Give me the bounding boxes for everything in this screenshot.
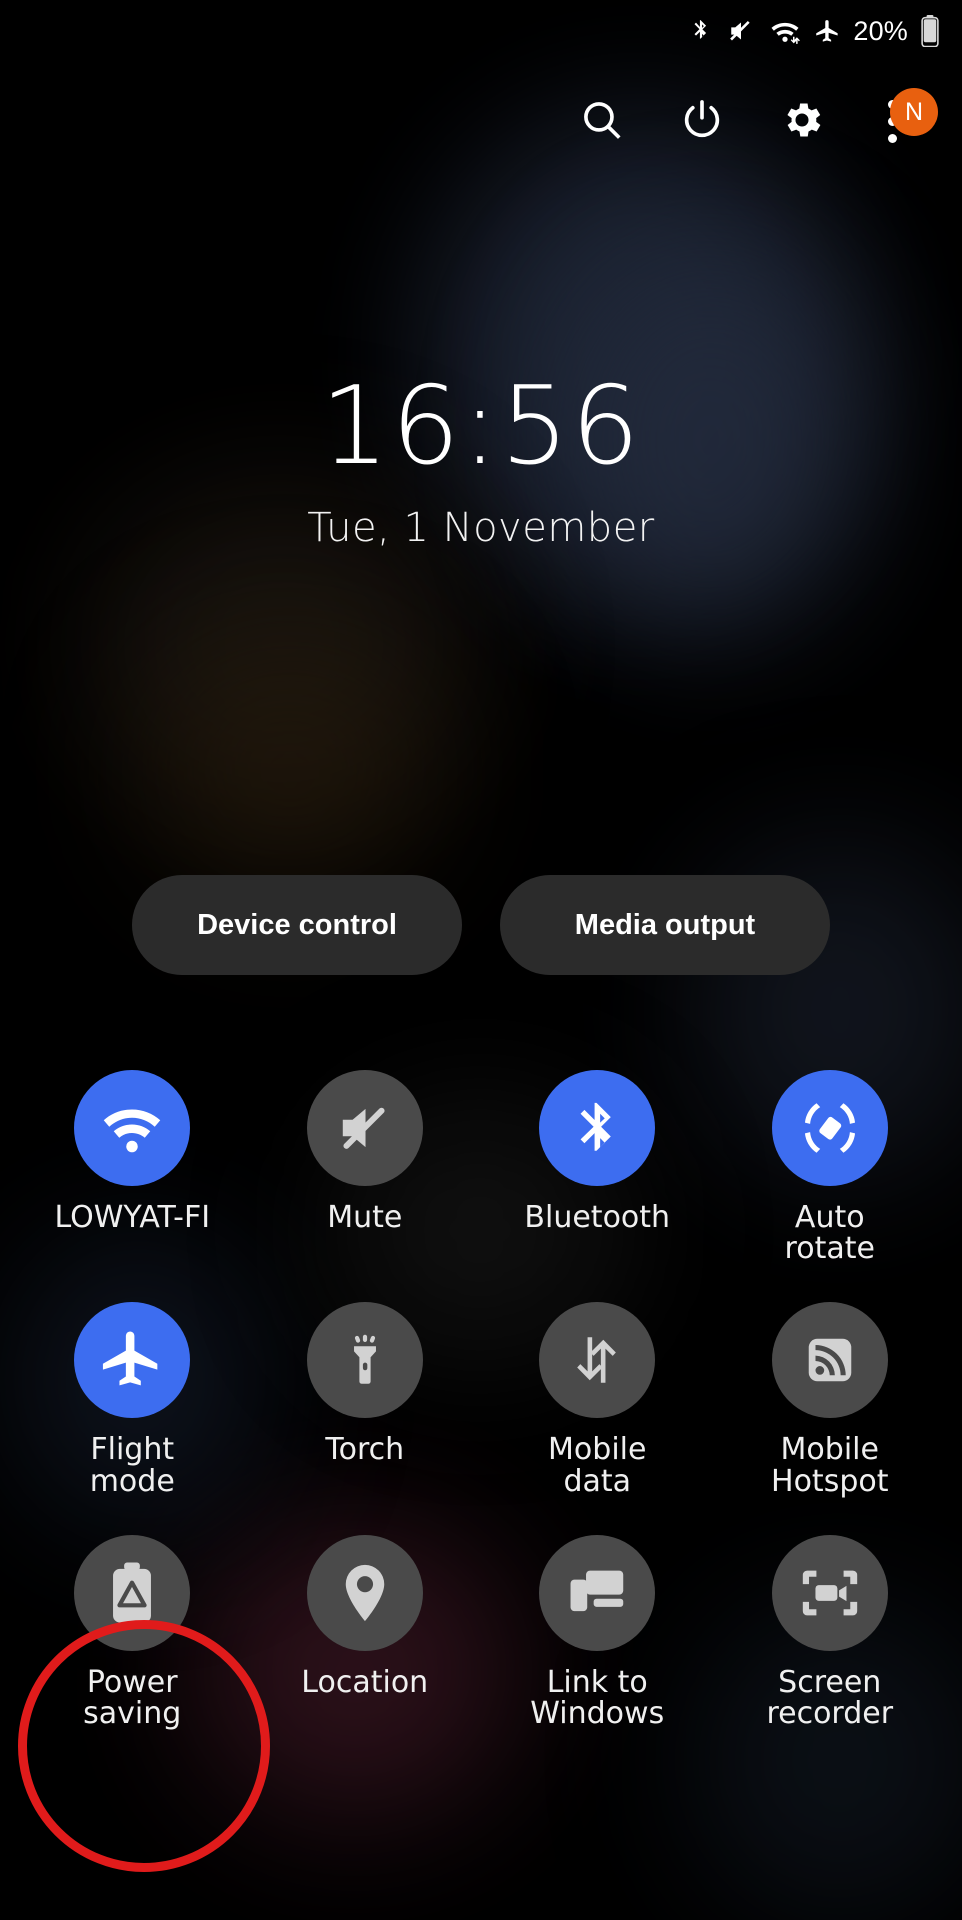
mute-icon — [726, 16, 756, 46]
flashlight-icon[interactable] — [306, 1302, 423, 1419]
quick-settings-tile[interactable]: Location — [249, 1534, 482, 1729]
quick-settings-tile-grid: LOWYAT-FI Mute Bluetooth Auto rotate Flight mo… — [0, 1070, 962, 1729]
battery-percent-label: 20% — [853, 15, 908, 46]
search-icon[interactable] — [574, 92, 630, 148]
bluetooth-icon[interactable] — [539, 1070, 656, 1186]
volume-mute-icon[interactable] — [306, 1070, 423, 1186]
tile-label: Location — [301, 1664, 429, 1700]
quick-settings-tile[interactable]: Auto rotate — [714, 1070, 947, 1264]
auto-rotate-icon[interactable] — [771, 1070, 888, 1186]
quick-settings-panel: 20% N 16:56 Tue, 1 November Device contr… — [0, 0, 962, 1920]
quick-settings-tile[interactable]: LOWYAT-FI — [16, 1070, 249, 1264]
mobile-data-icon[interactable] — [539, 1302, 656, 1419]
airplane-icon[interactable] — [74, 1302, 191, 1419]
notification-badge[interactable]: N — [890, 88, 938, 136]
lockscreen-clock: 16:56 Tue, 1 November — [0, 364, 962, 552]
clock-time: 16:56 — [320, 364, 642, 489]
overflow-menu-icon[interactable]: N — [874, 88, 938, 148]
power-saving-icon[interactable] — [74, 1534, 191, 1651]
screen-recorder-icon[interactable] — [771, 1534, 888, 1651]
quick-settings-tile[interactable]: Screen recorder — [714, 1534, 947, 1731]
quick-settings-header: N — [0, 80, 962, 160]
quick-settings-tile[interactable]: Flight mode — [16, 1302, 249, 1499]
battery-icon — [920, 15, 940, 47]
airplane-icon — [814, 18, 841, 45]
quick-settings-tile[interactable]: Link to Windows — [481, 1534, 714, 1731]
control-pill-row: Device control Media output — [0, 875, 962, 975]
tile-label: Flight mode — [89, 1432, 175, 1499]
tile-label: Torch — [325, 1432, 405, 1468]
location-pin-icon[interactable] — [306, 1534, 423, 1651]
hotspot-icon[interactable] — [771, 1302, 888, 1419]
tile-label: Link to Windows — [530, 1664, 665, 1731]
quick-settings-tile[interactable]: Mobile data — [481, 1302, 714, 1499]
link-to-windows-icon[interactable] — [539, 1534, 656, 1651]
quick-settings-tile[interactable]: Bluetooth — [481, 1070, 714, 1264]
quick-settings-tile[interactable]: Mobile Hotspot — [714, 1302, 947, 1499]
clock-date: Tue, 1 November — [307, 505, 655, 552]
tile-label: Bluetooth — [524, 1200, 671, 1235]
media-output-button[interactable]: Media output — [500, 875, 830, 975]
device-control-button[interactable]: Device control — [132, 875, 462, 975]
power-icon[interactable] — [674, 92, 730, 148]
settings-gear-icon[interactable] — [774, 92, 830, 148]
tile-label: LOWYAT-FI — [54, 1200, 211, 1235]
quick-settings-tile[interactable]: Mute — [249, 1070, 482, 1264]
tile-label: Power saving — [83, 1664, 182, 1731]
tile-label: Screen recorder — [766, 1664, 894, 1731]
tile-label: Auto rotate — [784, 1200, 875, 1267]
tile-label: Mobile data — [548, 1432, 647, 1499]
quick-settings-tile[interactable]: Torch — [249, 1302, 482, 1496]
wifi-icon — [768, 16, 802, 46]
tile-label: Mobile Hotspot — [771, 1432, 889, 1499]
quick-settings-tile[interactable]: Power saving — [16, 1534, 249, 1731]
tile-label: Mute — [327, 1200, 403, 1235]
status-bar: 20% — [0, 0, 962, 62]
wifi-icon[interactable] — [74, 1070, 191, 1186]
bluetooth-icon — [688, 16, 714, 46]
